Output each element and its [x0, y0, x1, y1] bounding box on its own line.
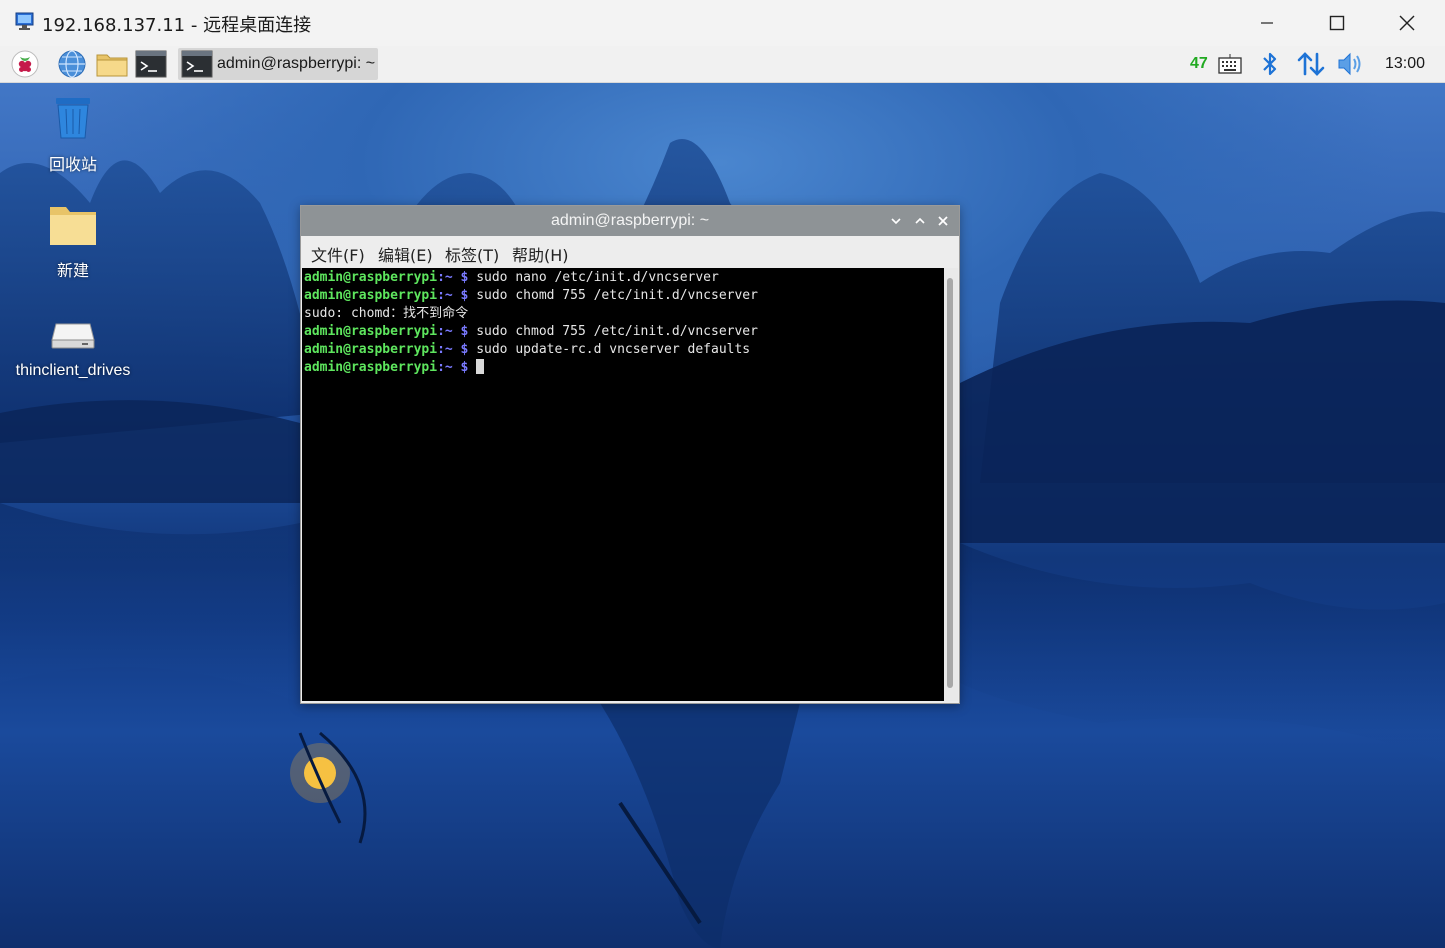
- network-button[interactable]: [1296, 49, 1326, 79]
- trash-icon: [56, 98, 90, 139]
- desktop-icon-label: 回收站: [48, 157, 97, 174]
- terminal-menubar: 文件(F) 编辑(E) 标签(T) 帮助(H): [301, 236, 959, 268]
- terminal-line: admin@raspberrypi:~ $ sudo chomd 755 /et…: [304, 288, 758, 303]
- close-icon: [938, 216, 948, 226]
- terminal-line: admin@raspberrypi:~ $ sudo nano /etc/ini…: [304, 270, 719, 285]
- menu-tabs[interactable]: 标签(T): [445, 242, 499, 266]
- scrollbar-thumb[interactable]: [947, 278, 953, 688]
- menu-help[interactable]: 帮助(H): [512, 242, 569, 266]
- bluetooth-button[interactable]: [1259, 49, 1281, 79]
- terminal-line: admin@raspberrypi:~ $: [304, 359, 485, 377]
- terminal-titlebar[interactable]: admin@raspberrypi: ~: [301, 206, 959, 236]
- maximize-button[interactable]: [1302, 0, 1372, 46]
- close-button[interactable]: [1372, 0, 1442, 46]
- desktop-icon-label: 新建: [56, 263, 89, 280]
- terminal-maximize-button[interactable]: [911, 212, 929, 230]
- terminal-title: admin@raspberrypi: ~: [550, 212, 710, 229]
- rdp-titlebar: 192.168.137.11 - 远程桌面连接: [0, 0, 1445, 47]
- terminal-minimize-button[interactable]: [887, 212, 905, 230]
- desktop-icon-trash[interactable]: 回收站: [13, 95, 133, 175]
- folder-icon: [50, 207, 96, 245]
- terminal-icon: [135, 50, 167, 78]
- keyboard-icon: [1218, 54, 1242, 74]
- close-icon: [1399, 15, 1415, 31]
- raspberry-menu-icon: [11, 50, 39, 78]
- taskbar: admin@raspberrypi: ~ 47 13:00: [0, 46, 1445, 83]
- volume-button[interactable]: [1336, 49, 1366, 79]
- menu-edit[interactable]: 编辑(E): [378, 242, 433, 266]
- remote-desktop-icon: [14, 12, 36, 32]
- menu-file[interactable]: 文件(F): [311, 242, 365, 266]
- clock[interactable]: 13:00: [1385, 49, 1425, 79]
- raspberry-menu-button[interactable]: [8, 49, 42, 79]
- terminal-line: admin@raspberrypi:~ $ sudo update-rc.d v…: [304, 342, 751, 357]
- taskbar-terminal-task[interactable]: admin@raspberrypi: ~: [178, 48, 378, 80]
- text-cursor: [476, 359, 485, 374]
- drive-icon: [51, 323, 95, 349]
- file-manager-button[interactable]: [94, 49, 130, 79]
- task-label: admin@raspberrypi: ~: [217, 55, 376, 72]
- terminal-window: admin@raspberrypi: ~ 文件(F) 编辑(E) 标签(T) 帮…: [300, 205, 960, 704]
- terminal-line: admin@raspberrypi:~ $ sudo chmod 755 /et…: [304, 324, 758, 339]
- file-manager-icon: [96, 54, 128, 77]
- network-transfer-icon: [1297, 52, 1325, 76]
- terminal-launcher-button[interactable]: [133, 49, 169, 79]
- desktop-icon-folder[interactable]: 新建: [13, 203, 133, 281]
- terminal-close-button[interactable]: [934, 212, 952, 230]
- desktop-icon-label: thinclient_drives: [15, 362, 131, 379]
- bluetooth-icon: [1263, 52, 1277, 76]
- web-browser-button[interactable]: [54, 49, 90, 79]
- minimize-icon: [1261, 22, 1273, 24]
- terminal-icon: [181, 50, 213, 78]
- chevron-up-icon: [915, 217, 925, 224]
- terminal-output[interactable]: admin@raspberrypi:~ $ sudo nano /etc/ini…: [302, 268, 944, 701]
- window-title: 192.168.137.11 - 远程桌面连接: [42, 15, 312, 36]
- desktop-icon-drive[interactable]: thinclient_drives: [13, 318, 133, 380]
- keyboard-layout-button[interactable]: [1218, 49, 1242, 79]
- chevron-down-icon: [891, 218, 901, 225]
- terminal-line: sudo: chomd：找不到命令: [304, 306, 469, 321]
- web-browser-icon: [58, 50, 86, 78]
- maximize-icon: [1329, 15, 1345, 31]
- cpu-usage[interactable]: 47: [1190, 49, 1208, 79]
- minimize-button[interactable]: [1232, 0, 1302, 46]
- terminal-scrollbar[interactable]: [944, 268, 958, 701]
- volume-icon: [1338, 52, 1361, 76]
